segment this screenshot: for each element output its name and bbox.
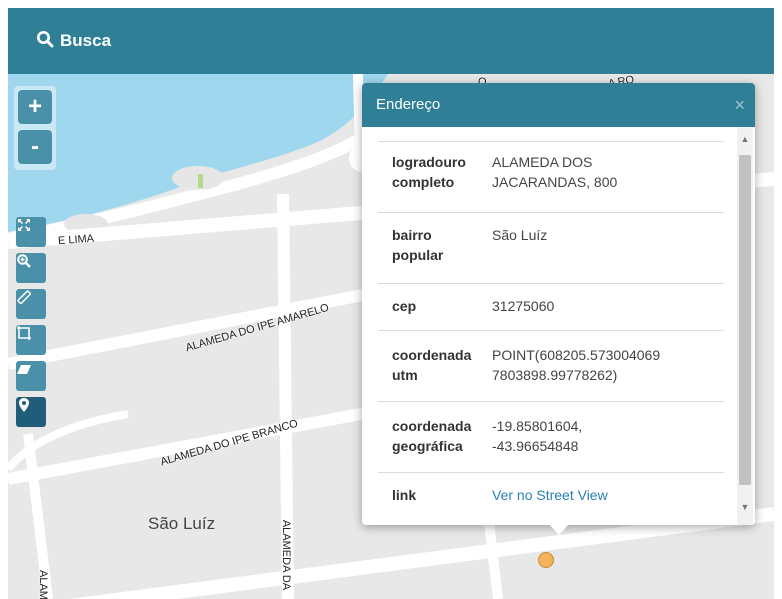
- table-row: coordenada geográfica -19.85801604, -43.96…: [378, 401, 724, 472]
- zoom-out-button[interactable]: -: [18, 130, 52, 164]
- scroll-down-icon[interactable]: ▼: [737, 499, 753, 515]
- attr-value: São Luíz: [492, 227, 548, 243]
- zoom-search-button[interactable]: [16, 253, 46, 283]
- attr-key: logradouro completo: [392, 154, 466, 190]
- attr-key: cep: [392, 298, 417, 314]
- table-row: logradouro completo ALAMEDA DOS JACARANDAS…: [378, 141, 724, 212]
- attribute-table: logradouro completo ALAMEDA DOS JACARANDAS…: [378, 141, 724, 519]
- attr-key: coordenada utm: [392, 347, 472, 383]
- table-row: cep 31275060: [378, 283, 724, 330]
- attr-key: link: [392, 487, 417, 503]
- zoom-in-button[interactable]: +: [18, 90, 52, 124]
- attr-key: coordenada geográfica: [392, 418, 472, 454]
- popup-header: Endereço ×: [362, 83, 755, 127]
- location-pin-button[interactable]: [16, 397, 46, 427]
- attr-value: ALAMEDA DOS JACARANDAS, 800: [492, 154, 618, 190]
- scroll-up-icon[interactable]: ▲: [737, 131, 753, 147]
- scrollbar-thumb[interactable]: [739, 155, 751, 485]
- search-button[interactable]: Busca: [36, 27, 111, 55]
- zoom-in-label: +: [27, 93, 42, 120]
- attr-value: POINT(608205.573004069 7803898.99778262): [492, 347, 661, 383]
- measure-button[interactable]: [16, 289, 46, 319]
- search-icon: [36, 30, 54, 53]
- street-label-left: ALAM: [36, 570, 49, 599]
- eraser-button[interactable]: [16, 361, 46, 391]
- popup-scrollbar[interactable]: ▲ ▼: [737, 127, 753, 525]
- location-marker[interactable]: [538, 552, 554, 568]
- attr-value: -19.85801604, -43.96654848: [492, 418, 583, 454]
- popup-title: Endereço: [376, 96, 441, 113]
- street-view-link[interactable]: Ver no Street View: [492, 485, 722, 505]
- crop-button[interactable]: [16, 325, 46, 355]
- popup-body[interactable]: logradouro completo ALAMEDA DOS JACARANDAS…: [362, 127, 737, 525]
- close-icon[interactable]: ×: [734, 95, 745, 116]
- attr-value: 31275060: [492, 298, 555, 314]
- table-row: bairro popular São Luíz: [378, 212, 724, 283]
- neighborhood-label: São Luíz: [148, 514, 216, 533]
- top-bar: Busca: [8, 8, 774, 74]
- table-row: link Ver no Street View: [378, 472, 724, 519]
- table-row: coordenada utm POINT(608205.573004069 7803…: [378, 330, 724, 401]
- zoom-control-group: + -: [14, 86, 56, 170]
- search-label: Busca: [60, 31, 112, 50]
- app-frame: Busca E LIMA ALAMEDA DO IPE AMARELO ALAM…: [8, 8, 774, 599]
- fullscreen-button[interactable]: [16, 217, 46, 247]
- attr-key: bairro popular: [392, 227, 444, 263]
- street-label-lima: E LIMA: [57, 232, 95, 248]
- address-popup: Endereço × logradouro completo ALAMEDA DO…: [362, 83, 755, 535]
- zoom-out-label: -: [31, 133, 39, 160]
- popup-pointer: [549, 524, 569, 535]
- street-label-vertical: ALAMEDA DA: [280, 519, 293, 591]
